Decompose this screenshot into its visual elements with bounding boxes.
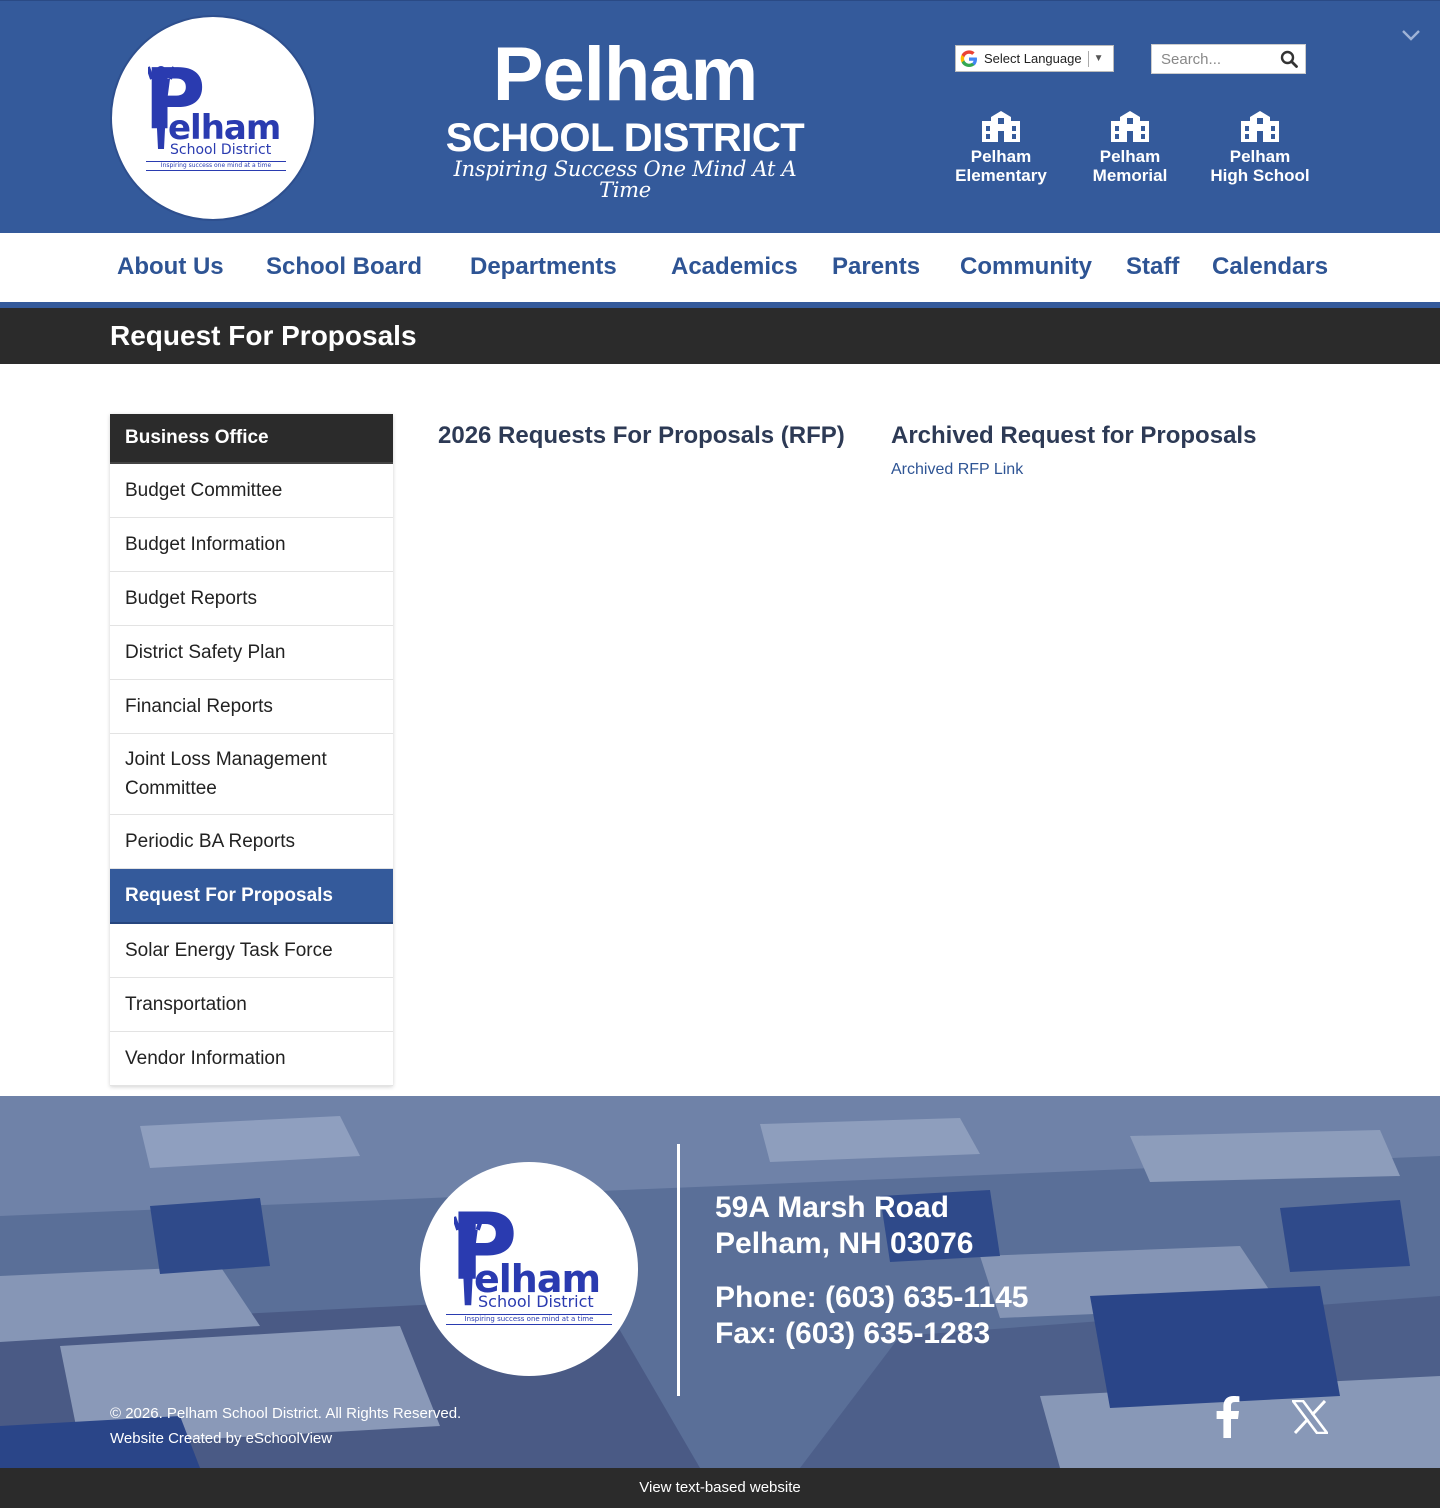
- school-building-icon: [1111, 111, 1149, 142]
- footer-fax: Fax: (603) 635-1283: [715, 1317, 991, 1350]
- site-footer: P elham School District Inspiring succes…: [0, 1096, 1440, 1468]
- page-title: Request For Proposals: [110, 320, 417, 351]
- school-link-elementary[interactable]: Pelham Elementary: [931, 109, 1071, 185]
- nav-item-calendars[interactable]: Calendars: [1212, 252, 1328, 282]
- sidebar: Business Office Budget Committee Budget …: [110, 414, 393, 1086]
- sidebar-item-request-for-proposals[interactable]: Request For Proposals: [110, 869, 393, 924]
- school-link-high-school[interactable]: Pelham High School: [1190, 109, 1330, 185]
- chevron-down-icon[interactable]: [1400, 27, 1422, 43]
- facebook-icon[interactable]: [1212, 1396, 1242, 1438]
- brand-tagline: Inspiring Success One Mind At A Time: [453, 157, 797, 202]
- nav-item-about-us[interactable]: About Us: [117, 252, 224, 282]
- x-icon[interactable]: [1292, 1400, 1328, 1434]
- school-building-icon: [982, 111, 1020, 142]
- rfp-2026-heading: 2026 Requests For Proposals (RFP): [438, 422, 845, 449]
- nav-item-departments[interactable]: Departments: [470, 252, 617, 282]
- footer-district-logo: P elham School District Inspiring succes…: [420, 1162, 638, 1376]
- logo-subtitle: School District: [170, 142, 272, 158]
- school-link-line2: High School: [1210, 166, 1310, 185]
- language-select[interactable]: Select Language ▼: [955, 45, 1114, 72]
- sidebar-item-transportation[interactable]: Transportation: [110, 978, 393, 1032]
- page-title-bar: Request For Proposals: [0, 308, 1440, 364]
- nav-item-parents[interactable]: Parents: [832, 252, 920, 282]
- sidebar-item-financial-reports[interactable]: Financial Reports: [110, 680, 393, 734]
- logo-tagline: Inspiring success one mind at a time: [446, 1314, 612, 1325]
- district-logo[interactable]: P elham School District Inspiring succes…: [110, 15, 316, 221]
- sidebar-heading-business-office[interactable]: Business Office: [110, 414, 393, 464]
- text-based-website-link[interactable]: View text-based website: [639, 1479, 800, 1496]
- language-select-divider: [1087, 50, 1089, 67]
- dropdown-arrow-icon: ▼: [1093, 53, 1104, 64]
- footer-phone[interactable]: Phone: (603) 635-1145: [715, 1280, 1029, 1316]
- brand-subtitle: SCHOOL DISTRICT: [445, 116, 805, 160]
- nav-item-school-board[interactable]: School Board: [266, 252, 422, 282]
- sidebar-item-solar-energy-task-force[interactable]: Solar Energy Task Force: [110, 924, 393, 978]
- logo-subtitle: School District: [478, 1292, 594, 1311]
- language-select-label: Select Language: [984, 51, 1082, 66]
- archived-rfp-heading: Archived Request for Proposals: [891, 422, 1257, 449]
- nav-item-academics[interactable]: Academics: [671, 252, 798, 282]
- search-box: [1151, 44, 1306, 74]
- footer-credit-link[interactable]: Website Created by eSchoolView: [110, 1430, 332, 1447]
- brand-title: Pelham: [492, 32, 758, 117]
- sidebar-item-district-safety-plan[interactable]: District Safety Plan: [110, 626, 393, 680]
- footer-address: 59A Marsh Road Pelham, NH 03076: [715, 1190, 973, 1262]
- footer-contact: Phone: (603) 635-1145 Fax: (603) 635-128…: [715, 1280, 1029, 1352]
- footer-divider: [677, 1144, 680, 1396]
- school-link-line2: Elementary: [955, 166, 1047, 185]
- nav-item-staff[interactable]: Staff: [1126, 252, 1179, 282]
- school-link-line1: Pelham: [1229, 147, 1291, 166]
- sidebar-item-budget-reports[interactable]: Budget Reports: [110, 572, 393, 626]
- archived-rfp-link[interactable]: Archived RFP Link: [891, 459, 1023, 481]
- school-building-icon: [1241, 111, 1279, 142]
- sidebar-item-budget-information[interactable]: Budget Information: [110, 518, 393, 572]
- bottom-bar: View text-based website: [0, 1468, 1440, 1508]
- sidebar-item-periodic-ba-reports[interactable]: Periodic BA Reports: [110, 815, 393, 869]
- school-link-line1: Pelham: [970, 147, 1032, 166]
- search-input[interactable]: [1152, 45, 1277, 73]
- site-header: P elham School District Inspiring succes…: [0, 0, 1440, 233]
- school-link-memorial[interactable]: Pelham Memorial: [1060, 109, 1200, 185]
- school-link-line1: Pelham: [1099, 147, 1161, 166]
- footer-copyright-block: © 2026. Pelham School District. All Righ…: [110, 1401, 461, 1451]
- logo-tagline: Inspiring success one mind at a time: [146, 161, 286, 171]
- footer-address-line1: 59A Marsh Road: [715, 1191, 949, 1224]
- sidebar-item-budget-committee[interactable]: Budget Committee: [110, 464, 393, 518]
- sidebar-item-joint-loss-management[interactable]: Joint Loss Management Committee: [110, 734, 393, 815]
- google-icon: [960, 49, 977, 67]
- main-nav: About Us School Board Departments Academ…: [0, 233, 1440, 302]
- footer-copyright: © 2026. Pelham School District. All Righ…: [110, 1405, 462, 1422]
- search-icon[interactable]: [1280, 50, 1298, 68]
- nav-item-community[interactable]: Community: [960, 252, 1092, 282]
- school-link-line2: Memorial: [1092, 166, 1168, 185]
- footer-address-line2: Pelham, NH 03076: [715, 1227, 974, 1260]
- logo-word: elham: [168, 108, 281, 148]
- sidebar-item-vendor-information[interactable]: Vendor Information: [110, 1032, 393, 1086]
